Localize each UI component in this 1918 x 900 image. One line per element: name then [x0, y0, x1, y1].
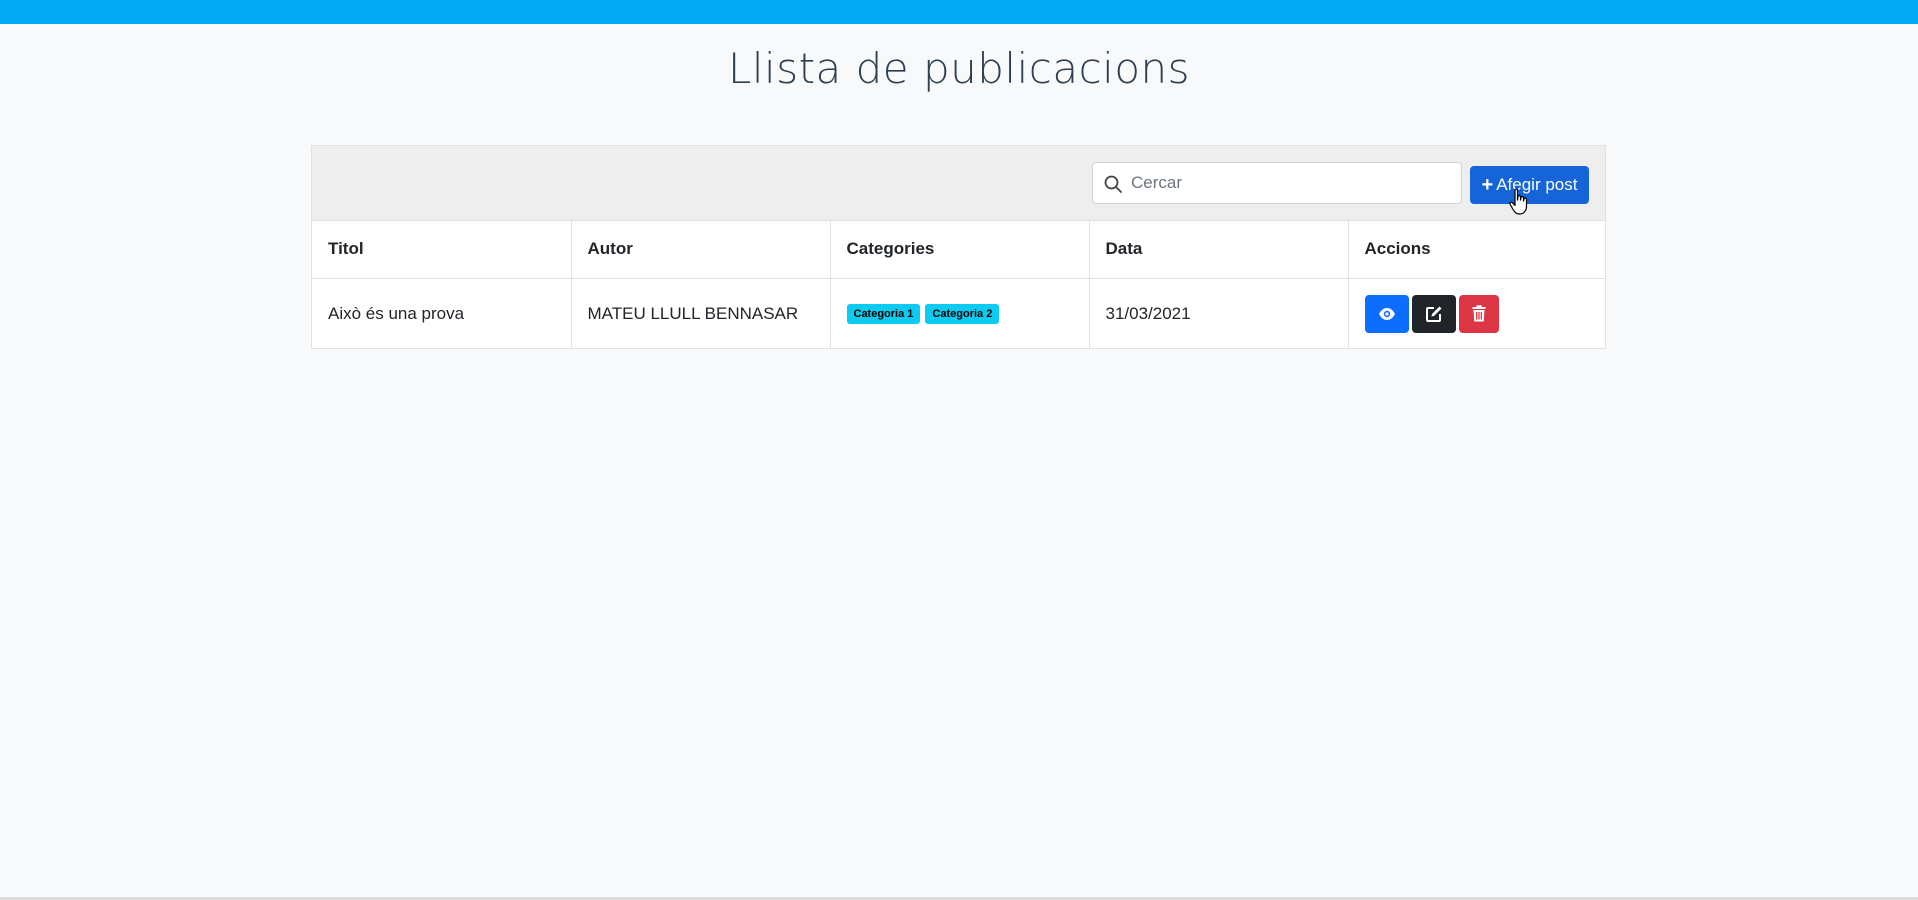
table-toolbar: + Afegir post — [312, 146, 1605, 221]
delete-button[interactable] — [1458, 294, 1499, 333]
edit-icon — [1425, 306, 1441, 322]
page-title: Llista de publicacions — [727, 44, 1191, 93]
header-data: Data — [1089, 221, 1349, 279]
table-row: Això és una prova MATEU LLULL BENNASAR C… — [312, 278, 1605, 349]
header-titol: Titol — [312, 221, 572, 279]
cell-categories: Categoria 1 Categoria 2 — [830, 278, 1090, 349]
search-input[interactable] — [1131, 163, 1451, 203]
hand-cursor-icon — [1509, 188, 1528, 215]
table-header-row: Titol Autor Categories Data Accions — [312, 221, 1605, 279]
search-box[interactable] — [1092, 162, 1462, 204]
eye-icon — [1378, 307, 1395, 320]
category-badge: Categoria 2 — [925, 304, 1000, 324]
plus-icon: + — [1481, 174, 1494, 196]
edit-button[interactable] — [1411, 294, 1456, 333]
cell-data: 31/03/2021 — [1089, 278, 1349, 349]
posts-card: + Afegir post Titol Autor Categories Dat… — [311, 145, 1606, 349]
cell-autor: MATEU LLULL BENNASAR — [571, 278, 831, 349]
header-autor: Autor — [571, 221, 831, 279]
search-icon — [1104, 175, 1122, 193]
view-button[interactable] — [1364, 294, 1409, 333]
category-badge: Categoria 1 — [846, 304, 921, 324]
cell-actions — [1348, 278, 1605, 349]
header-accions: Accions — [1348, 221, 1605, 279]
header-categories: Categories — [830, 221, 1090, 279]
top-navbar — [0, 0, 1918, 24]
posts-table: Titol Autor Categories Data Accions Això… — [312, 221, 1605, 349]
trash-icon — [1472, 305, 1485, 322]
cell-titol: Això és una prova — [312, 278, 572, 349]
